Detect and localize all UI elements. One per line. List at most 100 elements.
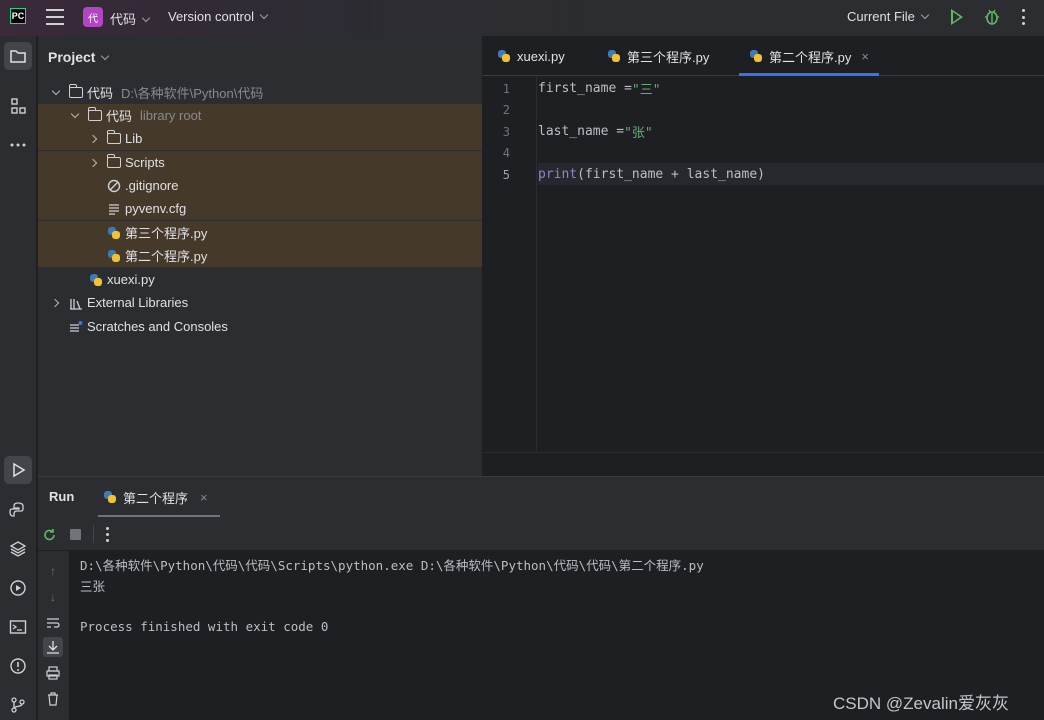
project-tool-icon[interactable] xyxy=(4,42,32,70)
scroll-to-end-icon[interactable] xyxy=(43,637,63,657)
toolbar-divider xyxy=(93,525,94,543)
tree-item-lib[interactable]: Lib xyxy=(38,127,482,150)
project-selector[interactable]: 代码 xyxy=(110,9,151,28)
run-config-selector[interactable]: Current File xyxy=(847,9,930,24)
tab-xuexi[interactable]: xuexi.py xyxy=(497,36,565,76)
line-number: 2 xyxy=(502,103,510,117)
python-icon xyxy=(497,49,511,63)
python-icon xyxy=(607,49,621,63)
python-console-icon[interactable] xyxy=(4,496,32,524)
run-tool-icon[interactable] xyxy=(4,456,32,484)
python-icon xyxy=(103,490,117,504)
python-icon xyxy=(88,272,104,288)
more-actions-icon[interactable] xyxy=(106,527,109,542)
watermark: CSDN @Zevalin爱灰灰 xyxy=(833,694,1009,713)
line-number: 1 xyxy=(502,82,510,96)
arrow-down-icon[interactable]: ↓ xyxy=(43,587,63,607)
title-bar: PC 代 代码 Version control Current File xyxy=(0,0,1044,36)
stop-icon[interactable] xyxy=(70,529,81,540)
project-badge[interactable]: 代 xyxy=(83,7,103,27)
tree-item-path: D:\各种软件\Python\代码 xyxy=(121,86,264,101)
run-tool-window: Run 第二个程序 × ↑ ↓ D:\各种软件\Python\代码\代码\Scr… xyxy=(38,476,1044,720)
python-icon xyxy=(106,248,122,264)
run-toolbar xyxy=(38,517,1044,551)
tree-item-label: 代码 xyxy=(87,86,114,101)
structure-tool-icon[interactable] xyxy=(4,92,32,120)
tree-item-external-libraries[interactable]: External Libraries xyxy=(38,291,482,314)
more-actions-icon[interactable] xyxy=(1022,9,1026,25)
python-icon xyxy=(106,225,122,241)
tab-file3[interactable]: 第三个程序.py xyxy=(607,36,709,76)
run-tab[interactable]: 第二个程序 × xyxy=(98,477,220,517)
main-menu-icon[interactable] xyxy=(46,9,64,25)
chevron-down-icon xyxy=(101,51,110,61)
tree-item-label: Lib xyxy=(125,131,143,146)
tree-item-gitignore[interactable]: .gitignore xyxy=(38,174,482,197)
code-line-1[interactable]: first_name = "三" xyxy=(538,77,1044,99)
tree-item-hint: library root xyxy=(140,108,202,123)
collapse-arrow-icon[interactable] xyxy=(88,133,100,145)
arrow-up-icon[interactable]: ↑ xyxy=(43,561,63,581)
line-number: 3 xyxy=(502,125,510,139)
trash-icon[interactable] xyxy=(43,689,63,709)
run-panel-title: Run xyxy=(49,489,75,504)
pycharm-logo-icon[interactable]: PC xyxy=(10,8,26,24)
folder-icon xyxy=(68,84,84,101)
tab-file2[interactable]: 第二个程序.py × xyxy=(739,36,879,76)
tree-item-venv[interactable]: 代码 library root xyxy=(38,104,482,127)
close-icon[interactable]: × xyxy=(200,490,208,505)
line-number-gutter: 1 2 3 4 5 xyxy=(483,77,537,452)
tree-item-label: External Libraries xyxy=(87,295,189,310)
tree-item-file3[interactable]: 第三个程序.py xyxy=(38,221,482,244)
tool-window-strip xyxy=(0,36,37,720)
tree-item-scratches[interactable]: Scratches and Consoles xyxy=(38,315,482,338)
soft-wrap-icon[interactable] xyxy=(43,613,63,633)
chevron-down-icon xyxy=(259,10,269,20)
close-icon[interactable]: × xyxy=(861,49,869,64)
python-icon xyxy=(749,49,763,63)
tree-item-scripts[interactable]: Scripts xyxy=(38,151,482,174)
folder-icon xyxy=(87,107,103,124)
library-icon xyxy=(68,295,84,311)
more-tools-icon[interactable] xyxy=(4,131,32,159)
services-icon[interactable] xyxy=(4,574,32,602)
tree-item-file2[interactable]: 第二个程序.py xyxy=(38,244,482,267)
ignore-icon xyxy=(106,178,122,194)
scratch-icon xyxy=(68,319,84,335)
console-output-line: 三张 xyxy=(80,579,106,594)
code-editor: xuexi.py 第三个程序.py 第二个程序.py × 1 2 3 4 5 f… xyxy=(483,36,1044,476)
console-exit-line: Process finished with exit code 0 xyxy=(80,619,329,634)
run-icon[interactable] xyxy=(951,9,963,25)
chevron-down-icon xyxy=(920,10,930,20)
tree-item-label: xuexi.py xyxy=(107,272,155,287)
project-panel-header[interactable]: Project xyxy=(48,49,110,65)
project-panel: Project 代码 D:\各种软件\Python\代码 代码 library … xyxy=(38,36,482,476)
chevron-down-icon xyxy=(141,13,151,23)
collapse-arrow-icon[interactable] xyxy=(50,297,62,309)
print-icon[interactable] xyxy=(43,663,63,683)
terminal-icon[interactable] xyxy=(4,613,32,641)
rerun-icon[interactable] xyxy=(42,527,58,543)
code-line-5[interactable]: print (first_name + last_name) xyxy=(538,163,1044,185)
expand-arrow-icon[interactable] xyxy=(50,86,62,99)
python-packages-icon[interactable] xyxy=(4,535,32,563)
tree-item-xuexi[interactable]: xuexi.py xyxy=(38,268,482,291)
tree-item-label: Scripts xyxy=(125,155,165,170)
problems-icon[interactable] xyxy=(4,652,32,680)
version-control-menu[interactable]: Version control xyxy=(168,9,269,24)
tree-item-label: 第二个程序.py xyxy=(125,249,208,264)
git-branch-icon[interactable] xyxy=(4,691,32,719)
console-side-toolbar: ↑ ↓ xyxy=(38,551,69,720)
editor-tab-bar: xuexi.py 第三个程序.py 第二个程序.py × xyxy=(483,36,1044,76)
tree-item-root[interactable]: 代码 D:\各种软件\Python\代码 xyxy=(38,81,482,104)
debug-bug-icon[interactable] xyxy=(984,8,1000,26)
collapse-arrow-icon[interactable] xyxy=(88,157,100,169)
line-number: 5 xyxy=(502,168,510,182)
editor-status-strip xyxy=(483,452,1044,476)
tree-item-pyvenv[interactable]: pyvenv.cfg xyxy=(38,197,482,220)
expand-arrow-icon[interactable] xyxy=(69,109,81,122)
text-file-icon xyxy=(106,201,122,217)
tree-item-label: Scratches and Consoles xyxy=(87,319,228,334)
tree-item-label: 代码 xyxy=(106,109,133,124)
code-line-3[interactable]: last_name = "张" xyxy=(538,120,1044,142)
